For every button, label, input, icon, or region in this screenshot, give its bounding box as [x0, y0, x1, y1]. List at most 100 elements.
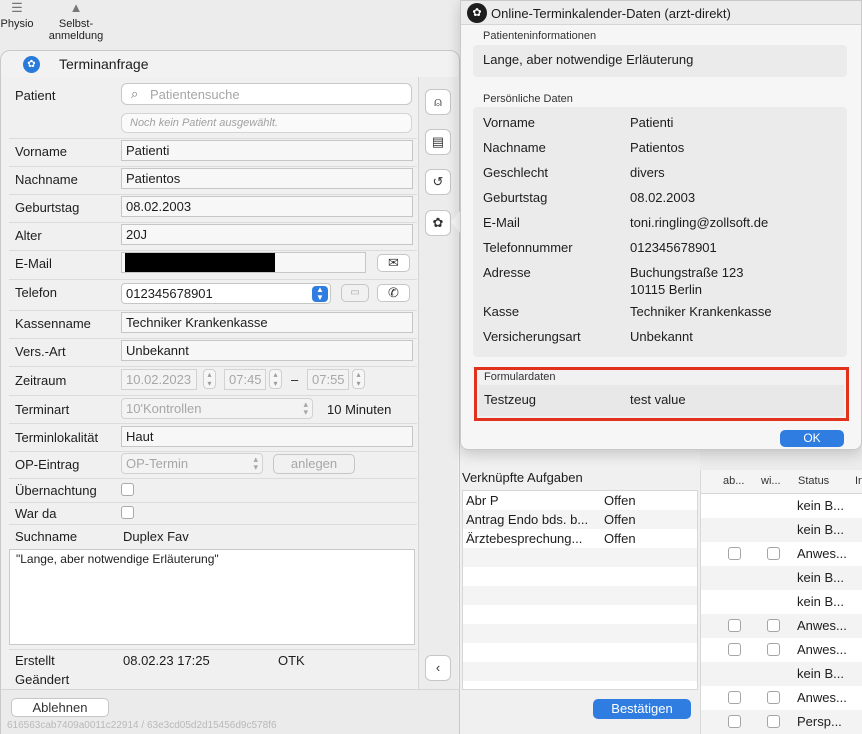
versart-field[interactable]: Unbekannt — [121, 340, 413, 361]
alter-field[interactable]: 20J — [121, 224, 413, 245]
table-header: ab... wi... Status In — [701, 470, 862, 494]
table-row[interactable]: Anwes... — [701, 614, 862, 638]
zeitraum-to-field[interactable]: 07:55 — [307, 369, 349, 390]
task-status: Offen — [604, 493, 636, 508]
terminlokalitaet-label: Terminlokalität — [15, 430, 99, 445]
terminanfrage-dialog: ✿ Terminanfrage Patient ⌕ Patientensuche… — [0, 50, 460, 734]
history-icon: ↺ — [432, 174, 444, 189]
popover-title: Online-Terminkalender-Daten (arzt-direkt… — [491, 6, 731, 21]
kassenname-field[interactable]: Techniker Krankenkasse — [121, 312, 413, 333]
confirm-button[interactable]: Bestätigen — [593, 699, 691, 719]
checkbox[interactable] — [767, 643, 780, 656]
message-button[interactable]: ▤ — [425, 129, 451, 155]
terminart-duration: 10 Minuten — [327, 402, 392, 417]
history-button[interactable]: ↺ — [425, 169, 451, 195]
email-field[interactable] — [121, 252, 366, 273]
checkbox[interactable] — [728, 691, 741, 704]
war-da-checkbox[interactable] — [121, 506, 134, 519]
personal-key: Kasse — [483, 304, 520, 319]
envelope-icon: ✉ — [388, 255, 399, 270]
chevron-updown-icon: ▲ ▼ — [312, 286, 328, 302]
list-item[interactable]: Antrag Endo bds. b... Offen — [463, 510, 697, 529]
toolbar-selbstanmeldung-label: Selbst- anmeldung — [48, 18, 104, 42]
reject-button[interactable]: Ablehnen — [11, 698, 109, 717]
status-cell: kein B... — [797, 498, 844, 513]
checkbox[interactable] — [767, 619, 780, 632]
list-item[interactable]: Abr P Offen — [463, 491, 697, 510]
table-row[interactable]: kein B... — [701, 566, 862, 590]
divider — [9, 338, 417, 339]
table-row[interactable]: kein B... — [701, 494, 862, 518]
checkbox[interactable] — [728, 619, 741, 632]
checkbox[interactable] — [767, 547, 780, 560]
nachname-field[interactable]: Patientos — [121, 168, 413, 189]
person-icon: ▲ — [69, 0, 83, 15]
call-button[interactable]: ✆ — [377, 284, 410, 302]
telefon-select[interactable]: 012345678901 ▲ ▼ — [121, 283, 331, 304]
erstellt-value: 08.02.23 17:25 — [123, 653, 210, 668]
popover-titlebar: ✿ Online-Terminkalender-Daten (arzt-dire… — [461, 1, 861, 25]
form-data-title: Formulardaten — [484, 371, 556, 383]
column-header[interactable]: ab... — [723, 475, 744, 487]
op-eintrag-label: OP-Eintrag — [15, 457, 80, 472]
terminlokalitaet-field[interactable]: Haut — [121, 426, 413, 447]
terminart-select[interactable]: 10'Kontrollen ▴ ▾ — [121, 398, 313, 419]
toolbar-selbstanmeldung[interactable]: ▲ Selbst- anmeldung — [46, 0, 106, 42]
toolbar-physio[interactable]: ☰ Physio — [0, 0, 34, 30]
op-anlegen-button[interactable]: anlegen — [273, 454, 355, 474]
personal-key: Nachname — [483, 140, 546, 155]
checkbox[interactable] — [728, 547, 741, 560]
message-icon: ▤ — [431, 134, 445, 149]
list-item — [463, 567, 697, 586]
zeitraum-from-field[interactable]: 07:45 — [224, 369, 266, 390]
column-header[interactable]: wi... — [761, 475, 781, 487]
zeitraum-date-field[interactable]: 10.02.2023 — [121, 369, 197, 390]
table-row[interactable]: Anwes... — [701, 686, 862, 710]
erstellt-label: Erstellt — [15, 653, 55, 668]
from-time-stepper[interactable]: ▴ ▾ — [269, 369, 282, 389]
collapse-button[interactable]: ‹ — [425, 655, 451, 681]
zeitraum-label: Zeitraum — [15, 373, 67, 388]
online-calendar-button[interactable]: ✿ — [425, 210, 451, 236]
ok-button[interactable]: OK — [780, 430, 844, 447]
table-row[interactable]: Anwes... — [701, 542, 862, 566]
divider — [9, 279, 417, 280]
table-row[interactable]: kein B... — [701, 662, 862, 686]
personal-key: Vorname — [483, 115, 536, 130]
list-item[interactable]: Ärztebesprechung... Offen — [463, 529, 697, 548]
table-row[interactable]: Persp... — [701, 710, 862, 734]
list-item — [463, 624, 697, 643]
personal-value: Patientos — [630, 140, 685, 155]
personal-key: Telefonnummer — [483, 240, 573, 255]
vorname-field[interactable]: Patienti — [121, 140, 413, 161]
list-item — [463, 643, 697, 662]
date-stepper[interactable]: ▴ ▾ — [203, 369, 216, 389]
send-email-button[interactable]: ✉ — [377, 254, 410, 272]
column-header[interactable]: In — [855, 475, 862, 487]
kassenname-label: Kassenname — [15, 316, 91, 331]
checkbox[interactable] — [767, 715, 780, 728]
checkbox[interactable] — [728, 643, 741, 656]
table-row[interactable]: Anwes... — [701, 638, 862, 662]
uebernachtung-checkbox[interactable] — [121, 483, 134, 496]
sms-button[interactable]: ▭ — [341, 284, 369, 302]
linked-tasks-title: Verknüpfte Aufgaben — [462, 470, 583, 485]
op-eintrag-select[interactable]: OP-Termin ▴ ▾ — [121, 453, 263, 474]
telefon-value: 012345678901 — [126, 286, 213, 301]
column-header[interactable]: Status — [798, 475, 829, 487]
to-time-stepper[interactable]: ▴ ▾ — [352, 369, 365, 389]
geburtstag-field[interactable]: 08.02.2003 — [121, 196, 413, 217]
online-calendar-popover: ✿ Online-Terminkalender-Daten (arzt-dire… — [460, 0, 862, 450]
personal-value: Techniker Krankenkasse — [630, 304, 772, 319]
table-row[interactable]: kein B... — [701, 518, 862, 542]
checkbox[interactable] — [767, 691, 780, 704]
patient-search-input[interactable]: ⌕ Patientensuche — [121, 83, 412, 105]
note-textarea[interactable]: "Lange, aber notwendige Erläuterung" — [9, 549, 415, 645]
nachname-label: Nachname — [15, 172, 78, 187]
divider — [9, 310, 417, 311]
divider — [9, 250, 417, 251]
checkbox[interactable] — [728, 715, 741, 728]
table-row[interactable]: kein B... — [701, 590, 862, 614]
telefon-label: Telefon — [15, 285, 57, 300]
assign-patient-button[interactable]: ⍝ — [425, 89, 451, 115]
